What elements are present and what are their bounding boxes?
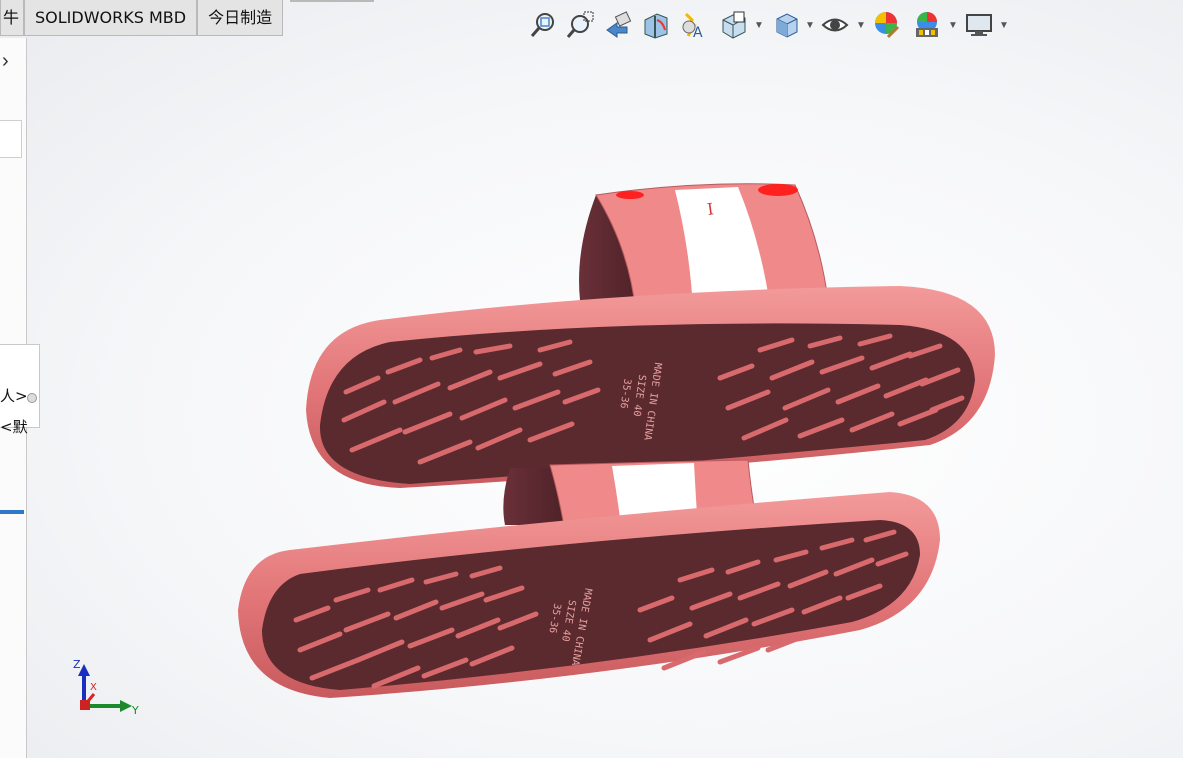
strap-red-dot-right	[758, 184, 798, 196]
upper-slipper: I MADE IN CHINA SIZE 40 35-36	[306, 183, 995, 488]
lower-slipper: MADE IN CHINA SIZE 40 35-36	[238, 459, 940, 698]
graphics-area-model[interactable]: I MADE IN CHINA SIZE 40 35-36 MADE IN CH…	[0, 0, 1183, 758]
strap-red-dot-left	[616, 191, 644, 199]
triad-x-label: X	[90, 682, 97, 693]
reference-triad: Z X Y	[73, 658, 139, 717]
triad-z-label: Z	[73, 658, 81, 671]
triad-y-label: Y	[131, 704, 139, 717]
